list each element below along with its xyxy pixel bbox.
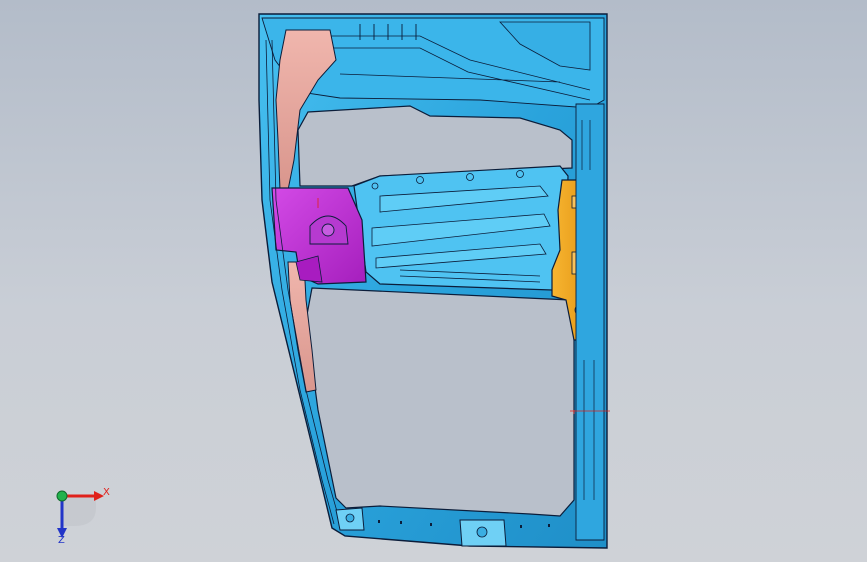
door-inner-panel-model[interactable]	[0, 0, 867, 562]
axis-triad-graphic	[56, 490, 104, 538]
bracket-hole	[321, 223, 335, 237]
cad-viewport[interactable]: X Y Z	[0, 0, 867, 562]
bottom-hinge-bolt	[476, 526, 488, 538]
beam-stamping-ribs	[371, 185, 551, 269]
z-axis-label: Z	[58, 535, 65, 546]
y-axis-dot	[56, 490, 68, 502]
lower-window-cutout	[305, 287, 575, 517]
axis-triad: X Y Z	[44, 478, 124, 548]
bottom-left-hinge-bolt	[345, 513, 355, 523]
x-axis-label: X	[103, 487, 110, 498]
